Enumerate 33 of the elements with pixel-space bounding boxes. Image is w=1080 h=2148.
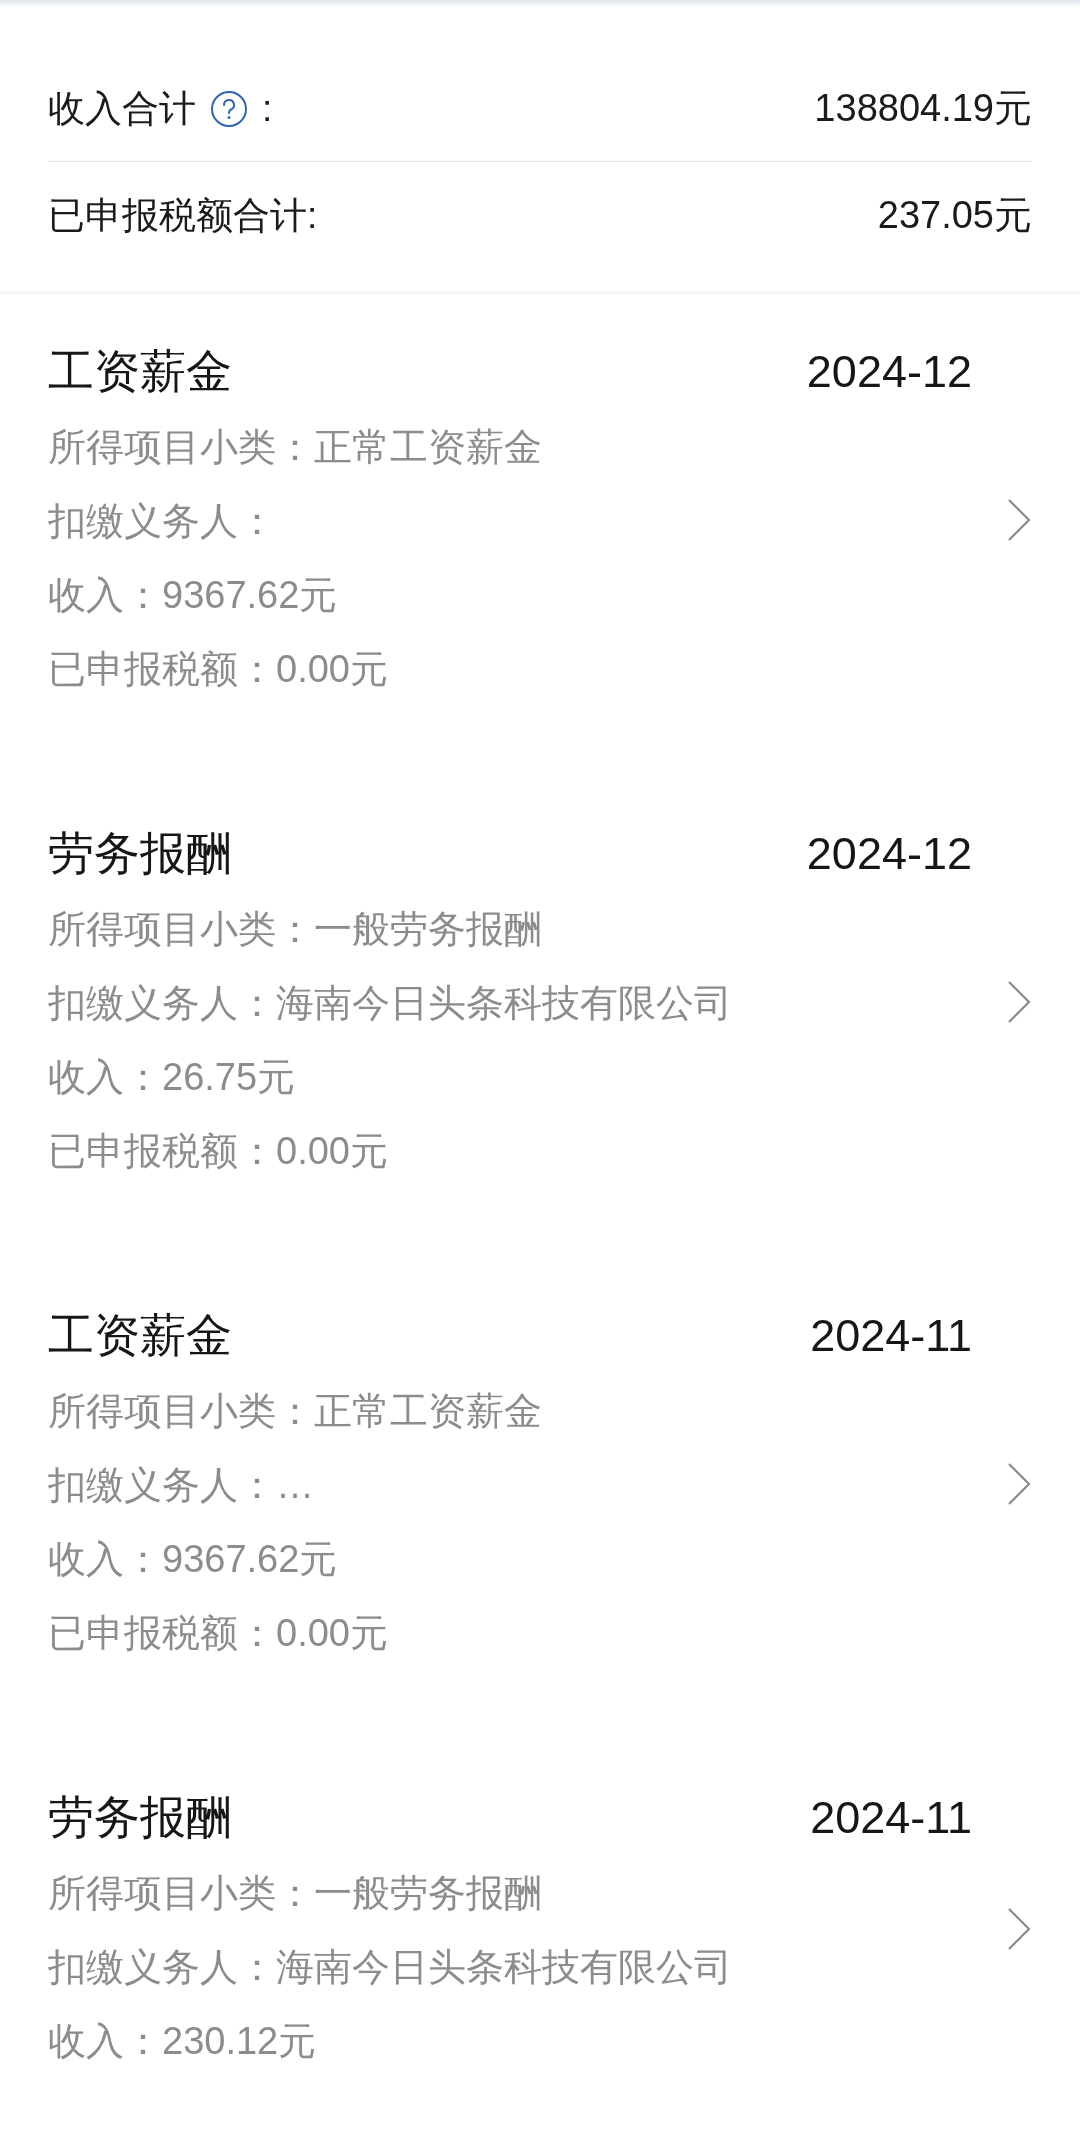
chevron-right-icon[interactable]	[1006, 497, 1032, 543]
income-total-value: 138804.19元	[814, 86, 1032, 132]
income-total-label: 收入合计	[48, 86, 196, 131]
chevron-right-icon[interactable]	[1006, 1906, 1032, 1952]
income-category: 工资薪金	[48, 344, 232, 399]
record-detail: 已申报税额：0.00元	[48, 1129, 389, 1174]
record-detail: 扣缴义务人：海南今日头条科技有限公司	[48, 981, 733, 1026]
chevron-right-icon[interactable]	[1006, 979, 1032, 1025]
income-category: 工资薪金	[48, 1308, 232, 1363]
record-detail: 收入：26.75元	[48, 1055, 297, 1100]
period-text: 2024-12	[806, 346, 972, 398]
record-detail: 所得项目小类：一般劳务报酬	[48, 1871, 543, 1916]
record-detail: 已申报税额：0.00元	[48, 1611, 389, 1656]
tax-total-value: 237.05元	[877, 193, 1032, 239]
record-detail: 扣缴义务人：	[48, 499, 277, 544]
record-detail: 收入：9367.62元	[48, 573, 339, 618]
record-detail: 所得项目小类：一般劳务报酬	[48, 907, 543, 952]
help-icon[interactable]	[210, 89, 248, 128]
record-detail: 收入：230.12元	[48, 2019, 318, 2064]
period-text: 2024-11	[810, 1310, 972, 1362]
income-category: 劳务报酬	[48, 1790, 232, 1845]
record-detail: 扣缴义务人：海南今日头条科技有限公司	[48, 1945, 733, 1990]
period-text: 2024-12	[806, 828, 972, 880]
colon-text: :	[262, 87, 273, 130]
record-detail: 所得项目小类：正常工资薪金	[48, 425, 543, 470]
period-text: 2024-11	[810, 1792, 972, 1844]
record-detail: 收入：9367.62元	[48, 1537, 339, 1582]
chevron-right-icon[interactable]	[1006, 1461, 1032, 1507]
record-detail: 扣缴义务人：…	[48, 1463, 315, 1508]
tax-total-label: 已申报税额合计:	[48, 193, 318, 238]
income-category: 劳务报酬	[48, 826, 232, 881]
record-detail: 已申报税额：0.00元	[48, 647, 389, 692]
record-detail: 所得项目小类：正常工资薪金	[48, 1389, 543, 1434]
